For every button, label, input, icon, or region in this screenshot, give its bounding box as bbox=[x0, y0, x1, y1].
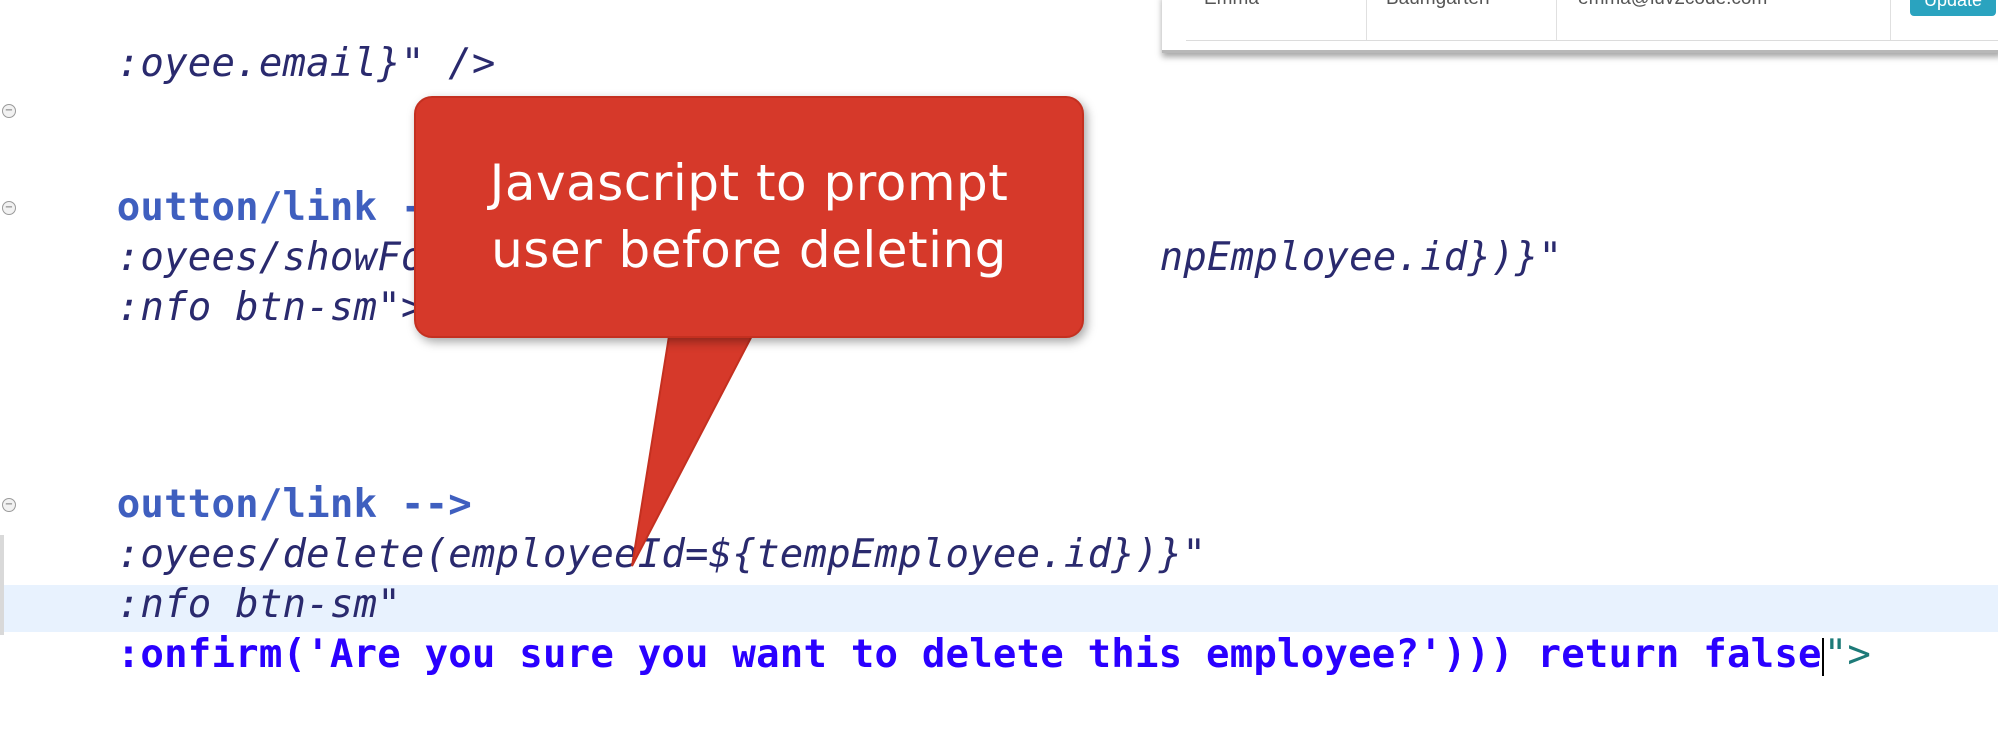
callout-line: user before deleting bbox=[491, 221, 1007, 279]
code-line[interactable]: outton/link --> bbox=[22, 136, 472, 230]
table-cell-first-name: Emma bbox=[1204, 0, 1259, 10]
code-line[interactable]: :oyees/delete(employeeId=${tempEmployee.… bbox=[22, 483, 1206, 577]
gutter-change-marker bbox=[0, 535, 4, 635]
code-text: npEmployee.id})}" bbox=[1159, 235, 1563, 280]
code-line-current[interactable]: :onfirm('Are you sure you want to delete… bbox=[22, 583, 1871, 677]
table-row: Emma Baumgarten emma@luv2code.com Update bbox=[1186, 0, 1998, 41]
code-text: :nfo btn-sm"> bbox=[116, 285, 425, 330]
code-text: :oyee.email}" /> bbox=[116, 41, 496, 86]
code-line[interactable]: :oyee.email}" /> bbox=[22, 0, 496, 86]
column-divider bbox=[1890, 0, 1891, 40]
fold-collapse-icon[interactable]: − bbox=[2, 498, 16, 512]
fold-collapse-icon[interactable]: − bbox=[2, 201, 16, 215]
table-cell-email: emma@luv2code.com bbox=[1578, 0, 1767, 10]
callout-annotation: Javascript to prompt user before deletin… bbox=[414, 96, 1084, 338]
code-line[interactable]: :nfo btn-sm" bbox=[22, 533, 401, 627]
callout-line: Javascript to prompt bbox=[489, 154, 1009, 212]
code-text: :onfirm('Are you sure you want to delete… bbox=[116, 632, 1822, 677]
code-line[interactable]: :nfo btn-sm"> bbox=[22, 236, 425, 330]
callout-text: Javascript to prompt user before deletin… bbox=[416, 150, 1082, 284]
update-button[interactable]: Update bbox=[1910, 0, 1996, 16]
column-divider bbox=[1556, 0, 1557, 40]
column-divider bbox=[1366, 0, 1367, 40]
browser-table-snippet: Emma Baumgarten emma@luv2code.com Update bbox=[1162, 0, 1998, 53]
code-text: "> bbox=[1823, 632, 1872, 677]
fold-collapse-icon[interactable]: − bbox=[2, 104, 16, 118]
code-line[interactable]: outton/link --> bbox=[22, 433, 472, 527]
table-cell-last-name: Baumgarten bbox=[1386, 0, 1490, 10]
